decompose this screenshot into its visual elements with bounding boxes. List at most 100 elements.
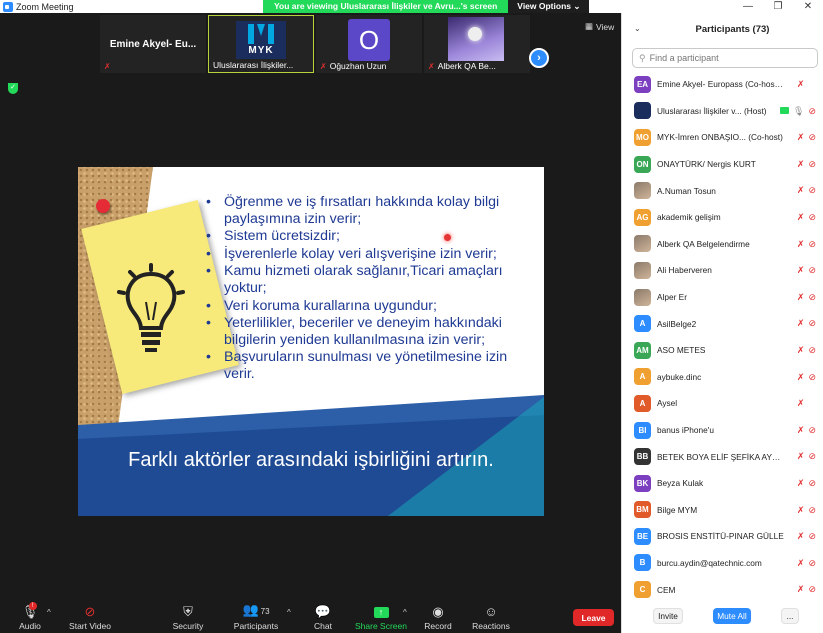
window-title: Zoom Meeting [16,1,74,12]
participant-name: banus iPhone'u [657,425,714,436]
video-off-icon: ⊘ [808,291,816,302]
participant-row[interactable]: Alper Er ✗ ⊘ [622,284,823,311]
participant-status-icons: ✗⊘ [797,159,816,170]
video-off-icon: ⊘ [808,238,816,249]
video-off-icon: ⊘ [808,477,816,488]
panel-header: ⌄ Participants (73) [622,13,823,45]
participant-row[interactable]: MO MYK-İmren ONBAŞIO... (Co-host) ✗ ⊘ [622,124,823,151]
participants-panel: ⌄ Participants (73) ⚲ EA Emine Akyel- Eur… [621,13,823,633]
close-icon[interactable]: ✕ [793,0,823,13]
mute-all-button[interactable]: Mute All [713,608,751,624]
video-thumbnail-host[interactable]: MYK Uluslararası İlişkiler... [208,15,314,73]
next-page-chevron-icon[interactable]: › [529,48,549,68]
avatar: C [634,581,651,599]
record-button[interactable]: ◉ Record [421,602,455,633]
participant-row[interactable]: AM ASO METES ✗ ⊘ [622,337,823,364]
participant-row[interactable]: BB BETEK BOYA ELİF ŞEFİKA AYDEM... ✗ ⊘ [622,443,823,470]
participant-status-icons: ✗⊘ [797,265,816,276]
screen-share-banner: You are viewing Uluslararası İlişkiler v… [263,0,590,13]
restore-icon[interactable]: ❐ [763,0,793,13]
participant-row[interactable]: BE BROSIS ENSTİTÜ-PINAR GÜLLE ✗ ⊘ [622,523,823,550]
participant-name: burcu.aydin@qatechnic.com [657,557,762,568]
invite-button[interactable]: Invite [653,608,683,624]
slide-bullet: Kamu hizmeti olarak sağlanır,Ticari amaç… [204,263,534,296]
search-icon: ⚲ [639,52,646,63]
participant-row[interactable]: Ali Haberveren ✗ ⊘ [622,257,823,284]
record-label: Record [424,621,452,631]
participant-row[interactable]: BI banus iPhone'u ✗ ⊘ [622,417,823,444]
participants-label: Participants [233,621,279,631]
encryption-shield-icon[interactable]: ✓ [8,83,18,94]
participant-status-icons: ✗⊘ [797,132,816,143]
thumbnail-name: Oğuzhan Uzun [329,61,387,71]
chat-button[interactable]: 💬 Chat [306,602,340,633]
participant-row[interactable]: A.Numan Tosun ✗ ⊘ [622,177,823,204]
video-thumbnail-emine[interactable]: Emine Akyel- Eu... ✗ [100,15,206,73]
participants-caret-icon[interactable]: ^ [287,608,291,617]
participant-name: Emine Akyel- Europass (Co-host, me) [657,79,785,90]
slide-bullet: Öğrenme ve iş fırsatları hakkında kolay … [204,194,534,227]
audio-options-caret-icon[interactable]: ^ [47,608,51,617]
avatar: A [634,368,651,386]
participant-status-icons: ✗⊘ [797,425,816,436]
mic-muted-icon: ✗ [796,451,805,462]
participant-row[interactable]: A Aysel ✗⊘ [622,390,823,417]
view-options-button[interactable]: View Options ⌄ [508,0,590,13]
reactions-button[interactable]: ☺ Reactions [470,602,512,633]
participant-search[interactable]: ⚲ [632,48,818,68]
participant-row[interactable]: Uluslararası İlişkiler v... (Host) 🎙 ⊘ [622,98,823,125]
participant-status-icons: ✗⊘ [797,79,816,90]
participant-row[interactable]: Aaybuke.dinc ✗ ⊘ [622,364,823,391]
avatar: AM [634,341,651,359]
mic-muted-icon: ✗ [796,318,805,329]
participant-row[interactable]: AG akademik gelişim ✗ ⊘ [622,204,823,231]
video-thumbnail-alberk[interactable]: ✗ Alberk QA Be... [424,15,530,73]
mic-muted-icon: ✗ [796,504,805,515]
myk-logo-text: MYK [248,45,274,56]
start-video-button[interactable]: ⊘ Start Video [66,602,114,633]
mic-muted-icon: ✗ [796,158,805,169]
participants-button[interactable]: 👥 73 Participants [232,602,280,633]
mic-muted-icon: ✗ [796,557,805,568]
participant-row[interactable]: ON ONAYTÜRK/ Nergis KURT ✗ ⊘ [622,151,823,178]
participant-list: EAEmine Akyel- Europass (Co-host, me)✗⊘U… [622,71,823,603]
participant-name: Ali Haberveren [657,265,712,276]
search-input[interactable] [649,53,800,63]
participant-row[interactable]: A AsilBelge2 ✗ ⊘ [622,310,823,337]
video-off-icon: ⊘ [808,557,816,568]
participant-name: akademik gelişim [657,212,721,223]
view-button[interactable]: ▦ View [585,21,614,32]
participant-status-icons: ✗⊘ [797,531,816,542]
participant-name: BETEK BOYA ELİF ŞEFİKA AYDEM... [657,451,785,462]
share-screen-button[interactable]: ↑ Share Screen [355,602,407,633]
chevron-down-icon[interactable]: ⌄ [634,24,641,33]
participant-row[interactable]: Bburcu.aydin@qatechnic.com ✗ ⊘ [622,550,823,577]
slide-bullet: Başvuruların sunulması ve yönetilmesine … [204,349,534,382]
participant-row[interactable]: C CEM ✗ ⊘ [622,576,823,603]
mic-muted-icon: ✗ [796,291,805,302]
panel-title: Participants (73) [695,23,770,35]
avatar: BI [634,421,651,439]
participants-count: 73 [260,607,270,616]
minimize-icon[interactable]: — [733,0,763,13]
security-button[interactable]: ⛨ Security [168,602,208,633]
participant-row[interactable]: EA Emine Akyel- Europass (Co-host, me) ✗⊘ [622,71,823,98]
mic-muted-icon: ✗ [796,477,805,488]
audio-button[interactable]: 🎙! Audio [14,602,46,633]
avatar: BE [634,527,651,545]
participant-status-icons: ✗⊘ [797,345,816,356]
participant-row[interactable]: BM Bilge MYM ✗ ⊘ [622,497,823,524]
mic-muted-icon: ✗ [796,79,805,89]
participant-row[interactable]: BK Beyza Kulak ✗ ⊘ [622,470,823,497]
share-screen-label: Share Screen [355,621,407,631]
leave-button[interactable]: Leave [573,609,614,626]
more-button[interactable]: ... [781,608,799,624]
avatar: EA [634,75,651,93]
thumbnail-name-row: ✗ [104,62,111,71]
video-thumbnail-oguzhan[interactable]: O ✗ Oğuzhan Uzun [316,15,422,73]
share-options-caret-icon[interactable]: ^ [403,608,407,617]
participant-row[interactable]: Alberk QA Belgelendirme ✗ ⊘ [622,231,823,258]
slide-bullet: Yeterlilikler, beceriler ve deneyim hakk… [204,315,534,348]
mic-muted-icon: ✗ [796,265,805,276]
video-off-icon: ⊘ [808,265,816,276]
